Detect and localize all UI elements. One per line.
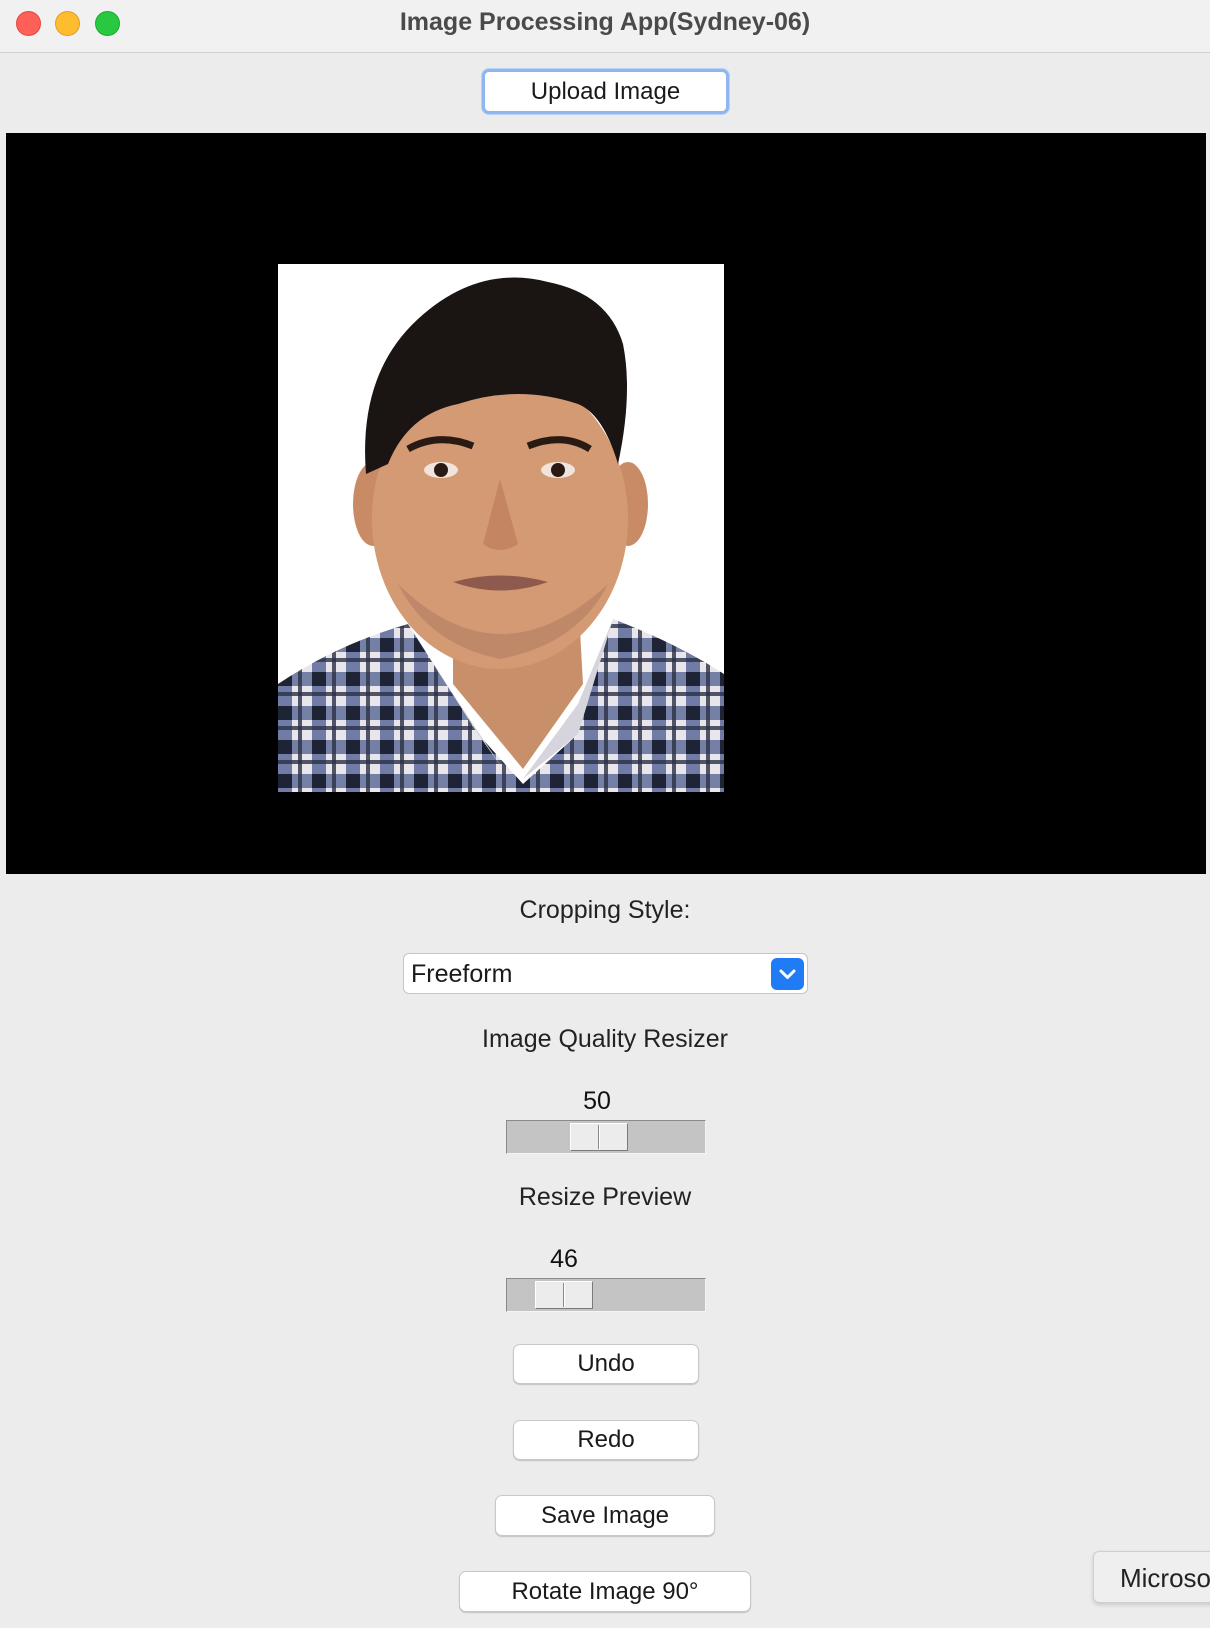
redo-button[interactable]: Redo <box>513 1420 699 1460</box>
microsoft-app-tab[interactable]: Microso <box>1093 1551 1210 1603</box>
resize-preview-slider-thumb[interactable] <box>535 1281 593 1309</box>
rotate-image-button[interactable]: Rotate Image 90° <box>459 1571 751 1612</box>
undo-button[interactable]: Undo <box>513 1344 699 1384</box>
uploaded-photo <box>278 264 724 792</box>
chevron-down-icon[interactable] <box>771 958 804 990</box>
cropping-style-dropdown[interactable]: Freeform <box>403 953 808 994</box>
portrait-image <box>278 264 724 792</box>
image-quality-slider[interactable] <box>506 1120 706 1154</box>
save-image-button[interactable]: Save Image <box>495 1495 715 1536</box>
upload-image-button[interactable]: Upload Image <box>482 69 729 114</box>
image-canvas[interactable] <box>6 133 1206 874</box>
image-quality-slider-thumb[interactable] <box>570 1123 628 1151</box>
image-quality-label: Image Quality Resizer <box>482 1025 728 1053</box>
resize-preview-slider[interactable] <box>506 1278 706 1312</box>
resize-preview-label: Resize Preview <box>518 1183 692 1211</box>
resize-preview-value: 46 <box>550 1245 578 1273</box>
app-window: Image Processing App(Sydney-06) Upload I… <box>0 0 1210 1628</box>
cropping-style-value: Freeform <box>411 960 513 988</box>
title-bar[interactable]: Image Processing App(Sydney-06) <box>0 0 1210 53</box>
window-title: Image Processing App(Sydney-06) <box>399 8 811 36</box>
cropping-style-label: Cropping Style: <box>519 896 691 924</box>
image-quality-value: 50 <box>583 1087 611 1115</box>
